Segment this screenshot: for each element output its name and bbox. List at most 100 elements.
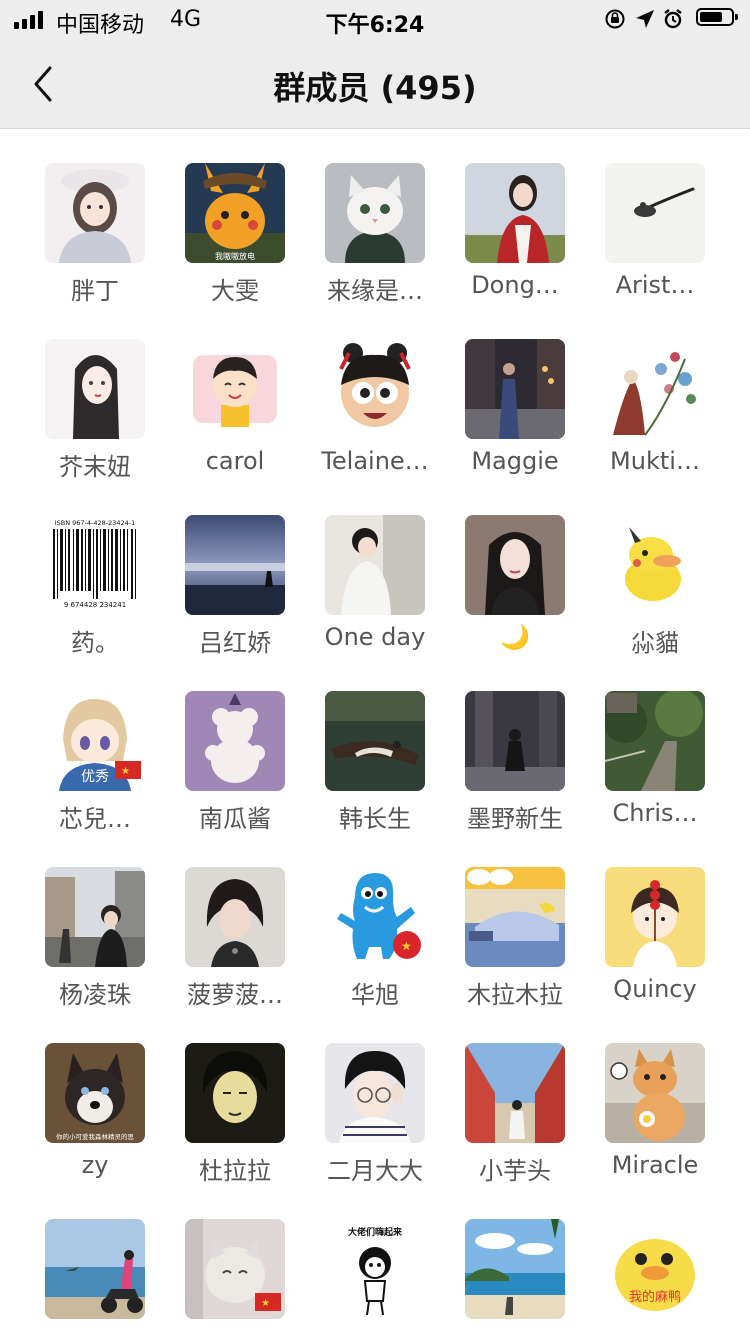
member-name: 药。 (71, 629, 119, 657)
avatar-orange-cat (605, 1043, 705, 1143)
member-name: Mukti… (610, 447, 700, 475)
avatar-cat-flag: ★ (185, 1219, 285, 1319)
member-item[interactable]: ★ (165, 1185, 305, 1334)
member-item[interactable]: Dong… (445, 129, 585, 305)
member-item[interactable]: Quincy (585, 833, 725, 1009)
member-name: 🌙 (500, 623, 530, 651)
member-name: 芯兒… (59, 805, 131, 833)
member-item[interactable]: 二月大大 (305, 1009, 445, 1185)
member-name: 墨野新生 (467, 805, 563, 833)
member-name: Maggie (471, 447, 559, 475)
page-title: 群成员 (495) (273, 69, 477, 107)
member-item[interactable]: Miracle (585, 1009, 725, 1185)
member-name: 杨凌珠 (59, 981, 131, 1009)
avatar-red-wall (465, 1043, 565, 1143)
member-item[interactable]: 韩长生 (305, 657, 445, 833)
avatar-psyduck-pikachu (605, 515, 705, 615)
member-name: 南瓜酱 (199, 805, 271, 833)
member-item[interactable]: Chris… (585, 657, 725, 833)
member-name: 韩长生 (339, 805, 411, 833)
avatar-cartoon-sleep (465, 867, 565, 967)
member-item[interactable]: 小芋头 (445, 1009, 585, 1185)
member-name: Chris… (612, 799, 698, 827)
member-item[interactable]: ★ 华旭 (305, 833, 445, 1009)
anime-text: 优秀 (81, 769, 109, 785)
member-name: One day (324, 623, 426, 651)
member-item[interactable]: 🌙 (445, 481, 585, 657)
svg-text:★: ★ (121, 766, 130, 777)
member-name: 木拉木拉 (467, 981, 563, 1009)
battery-icon (696, 8, 738, 26)
member-name: 杜拉拉 (199, 1157, 271, 1185)
member-name: 小芋头 (479, 1157, 551, 1185)
member-name: 二月大大 (327, 1157, 423, 1185)
isbn-text: ISBN 967-4-428-23424-1 (55, 519, 136, 527)
member-name: Quincy (613, 975, 697, 1003)
avatar-girl-white (325, 515, 425, 615)
avatar-husky: 你的小可爱我森林精灵的思 (45, 1043, 145, 1143)
member-item[interactable] (25, 1185, 165, 1334)
member-grid: 胖丁 我嗷嗷放电 大雯 来缘是… Dong… Arist… 芥末妞 carol … (0, 129, 750, 1334)
avatar-girl-dark-hair (465, 515, 565, 615)
member-item[interactable]: 胖丁 (25, 129, 165, 305)
member-item[interactable]: One day (305, 481, 445, 657)
avatar-anime-boy: 优秀 ★ (45, 691, 145, 791)
member-item[interactable]: 菠萝菠… (165, 833, 305, 1009)
member-item[interactable]: Maggie (445, 305, 585, 481)
meme-text: 大佬们嗨起来 (348, 1226, 403, 1238)
member-name: 华旭 (351, 981, 399, 1009)
location-icon (634, 8, 656, 36)
member-item[interactable]: Arist… (585, 129, 725, 305)
member-item[interactable]: 你的小可爱我森林精灵的思 zy (25, 1009, 165, 1185)
member-item[interactable]: 尛貓 (585, 481, 725, 657)
member-name: 尛貓 (631, 629, 679, 657)
pikachu-caption: 我嗷嗷放电 (215, 251, 255, 261)
barcode-digits: 9 674428 234241 (64, 601, 126, 609)
member-name: 胖丁 (71, 277, 119, 305)
avatar-sketch-girl (45, 339, 145, 439)
member-item[interactable]: Mukti… (585, 305, 725, 481)
member-item[interactable]: 墨野新生 (445, 657, 585, 833)
member-item[interactable]: 优秀 ★ 芯兒… (25, 657, 165, 833)
orientation-lock-icon (604, 8, 626, 36)
member-item[interactable]: carol (165, 305, 305, 481)
avatar-girl-red-scarf (465, 163, 565, 263)
member-name: Dong… (471, 271, 559, 299)
member-item[interactable]: 杨凌珠 (25, 833, 165, 1009)
avatar-duck-meme: 我的麻鸭 (605, 1219, 705, 1319)
member-item[interactable]: 我的麻鸭 (585, 1185, 725, 1334)
avatar-forest-stairs (605, 691, 705, 791)
member-item[interactable]: 吕红娇 (165, 481, 305, 657)
avatar-girl-hoodie (45, 163, 145, 263)
member-item[interactable] (445, 1185, 585, 1334)
member-item[interactable]: 南瓜酱 (165, 657, 305, 833)
svg-text:★: ★ (261, 1298, 270, 1309)
avatar-dark-alley (465, 691, 565, 791)
avatar-boat-lake (325, 691, 425, 791)
member-name: Arist… (615, 271, 695, 299)
avatar-street-photo (465, 339, 565, 439)
member-name: Telaine… (321, 447, 429, 475)
avatar-tropical-beach (465, 1219, 565, 1319)
svg-text:★: ★ (401, 939, 412, 953)
member-item[interactable]: 芥末妞 (25, 305, 165, 481)
avatar-cartoon-boy (185, 339, 285, 439)
member-item[interactable]: 来缘是… (305, 129, 445, 305)
avatar-pikachu-detective: 我嗷嗷放电 (185, 163, 285, 263)
duck-text: 我的麻鸭 (629, 1289, 681, 1305)
member-name: zy (81, 1151, 109, 1179)
avatar-barcode: ISBN 967-4-428-23424-1 9 674428 234241 (45, 515, 145, 615)
avatar-boy-sketch (185, 1043, 285, 1143)
avatar-white-cat (325, 163, 425, 263)
member-item[interactable]: ISBN 967-4-428-23424-1 9 674428 234241 药。 (25, 481, 165, 657)
member-name: 芥末妞 (59, 453, 131, 481)
avatar-nezha (325, 339, 425, 439)
member-item[interactable]: 大佬们嗨起来 (305, 1185, 445, 1334)
avatar-meme-boss: 大佬们嗨起来 (325, 1219, 425, 1319)
member-item[interactable]: 我嗷嗷放电 大雯 (165, 129, 305, 305)
avatar-motorbike-beach (45, 1219, 145, 1319)
member-item[interactable]: Telaine… (305, 305, 445, 481)
nav-bar: 群成员 (495) (0, 40, 750, 129)
member-item[interactable]: 杜拉拉 (165, 1009, 305, 1185)
member-item[interactable]: 木拉木拉 (445, 833, 585, 1009)
